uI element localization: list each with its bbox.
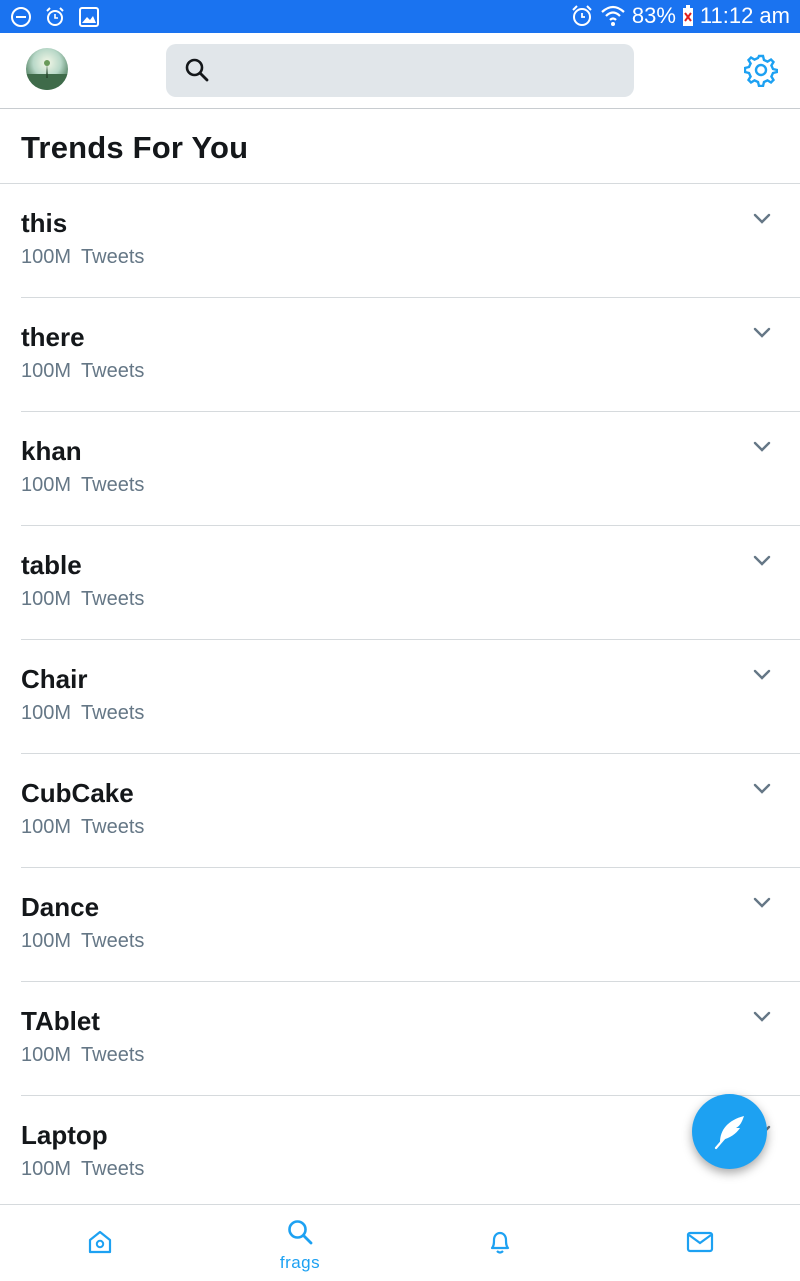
list-item[interactable]: there 100M Tweets [0,298,800,412]
chevron-down-icon[interactable] [752,1010,772,1029]
compose-tweet-button[interactable] [692,1094,767,1169]
bottom-nav: frags [0,1204,800,1280]
list-item[interactable]: Chair 100M Tweets [0,640,800,754]
tweet-count: 100M Tweets [21,246,145,268]
tweet-count: 100M Tweets [21,588,145,610]
page-title: Trends For You [21,130,249,165]
alarm-small-icon [44,6,66,28]
trend-name: Dance [21,892,100,922]
list-item[interactable]: khan 100M Tweets [0,412,800,526]
chevron-down-icon[interactable] [752,554,772,573]
trend-name: this [21,208,68,238]
trend-name: Laptop [21,1120,108,1150]
search-input[interactable] [166,44,634,97]
chevron-down-icon[interactable] [752,440,772,459]
tweet-count: 100M Tweets [21,1044,145,1066]
trend-name: TAblet [21,1006,100,1036]
profile-avatar[interactable] [26,48,68,90]
battery-icon [682,5,694,27]
trend-name: table [21,550,82,580]
app-bar [0,33,800,109]
nav-notifications[interactable] [400,1205,600,1281]
chevron-down-icon[interactable] [752,782,772,801]
list-item[interactable]: table 100M Tweets [0,526,800,640]
trend-name: there [21,322,85,352]
tweet-count: 100M Tweets [21,816,145,838]
trend-name: Chair [21,664,88,694]
wifi-icon [600,4,626,28]
list-item[interactable]: this 100M Tweets [0,184,800,298]
section-header: Trends For You [0,109,800,184]
gallery-icon [78,6,100,28]
tweet-count: 100M Tweets [21,474,145,496]
chevron-down-icon[interactable] [752,896,772,915]
trends-list: this 100M Tweets there 100M Tweets khan 10… [0,184,800,1210]
chevron-down-icon[interactable] [752,326,772,345]
list-item[interactable]: Dance 100M Tweets [0,868,800,982]
list-item[interactable]: Laptop 100M Tweets [0,1096,800,1210]
tweet-count: 100M Tweets [21,930,145,952]
nav-search[interactable]: frags [200,1205,400,1281]
tweet-count: 100M Tweets [21,702,145,724]
nav-home[interactable] [0,1205,200,1281]
do-not-disturb-icon [10,6,32,28]
trend-name: khan [21,436,82,466]
chevron-down-icon[interactable] [752,668,772,687]
chevron-down-icon[interactable] [752,212,772,231]
list-item[interactable]: TAblet 100M Tweets [0,982,800,1096]
nav-messages[interactable] [600,1205,800,1281]
gear-icon [743,54,779,91]
list-item[interactable]: CubCake 100M Tweets [0,754,800,868]
alarm-icon [570,4,594,28]
search-icon [184,57,210,88]
status-bar: 83% 11:12 am [0,0,800,33]
settings-button[interactable] [743,53,779,92]
tweet-count: 100M Tweets [21,1158,145,1180]
battery-percent: 83% [631,3,676,28]
nav-search-label: frags [279,1253,321,1272]
trend-name: CubCake [21,778,134,808]
clock: 11:12 am [699,3,790,28]
tweet-count: 100M Tweets [21,360,145,382]
